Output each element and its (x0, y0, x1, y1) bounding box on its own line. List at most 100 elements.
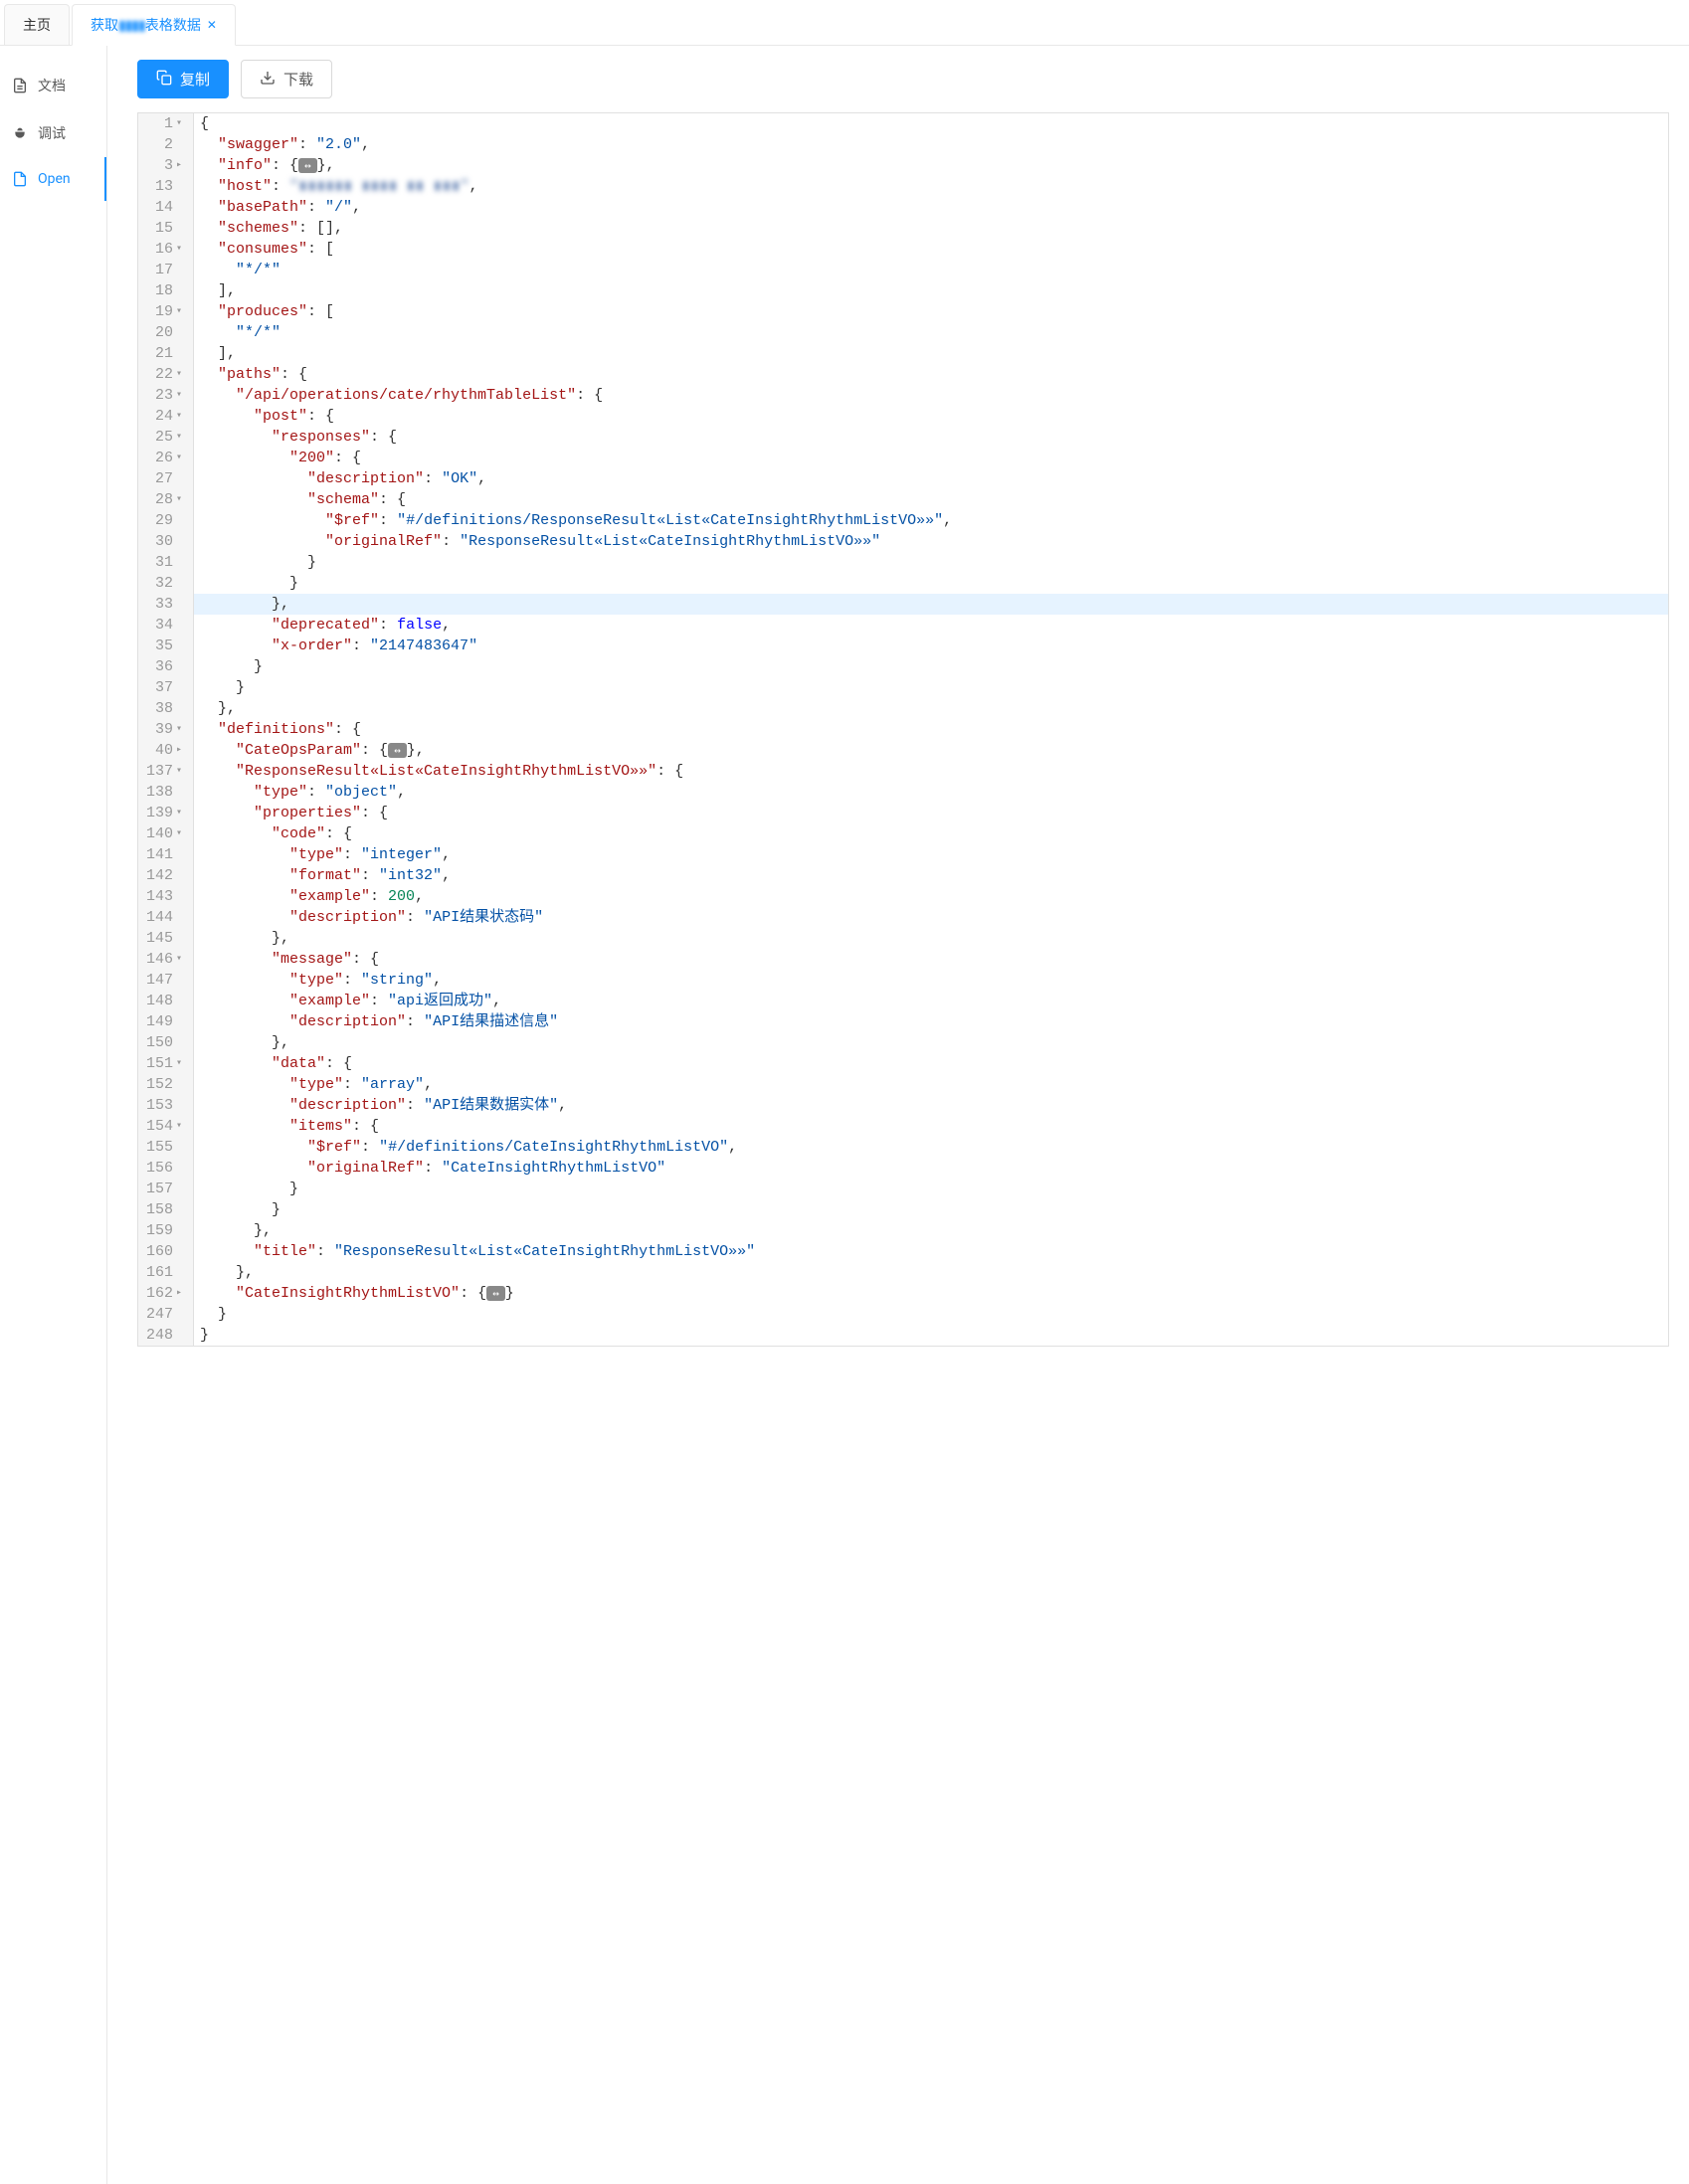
gutter-line: 22▾ (138, 364, 187, 385)
fold-marker-icon[interactable]: ▾ (175, 803, 183, 823)
code-line: }, (200, 698, 1662, 719)
gutter-line: 20 (138, 322, 187, 343)
gutter-line: 140▾ (138, 823, 187, 844)
fold-marker-icon[interactable]: ▾ (175, 239, 183, 260)
gutter-line: 24▾ (138, 406, 187, 427)
gutter-line: 2 (138, 134, 187, 155)
code-line: "$ref": "#/definitions/CateInsightRhythm… (200, 1137, 1662, 1158)
gutter-line: 145 (138, 928, 187, 949)
copy-button[interactable]: 复制 (137, 60, 229, 98)
code-line: "definitions": { (200, 719, 1662, 740)
bug-icon (12, 125, 28, 141)
gutter-line: 31 (138, 552, 187, 573)
code-line: "ResponseResult«List«CateInsightRhythmLi… (200, 761, 1662, 782)
gutter-line: 21 (138, 343, 187, 364)
code-line: "description": "API结果描述信息" (200, 1011, 1662, 1032)
gutter-line: 13 (138, 176, 187, 197)
sidebar-item-debug[interactable]: 调试 (0, 109, 106, 157)
code-line: "consumes": [ (200, 239, 1662, 260)
code-line: "*/*" (200, 260, 1662, 280)
download-icon (260, 70, 276, 90)
fold-marker-icon[interactable]: ▾ (175, 1116, 183, 1137)
gutter-line: 26▾ (138, 448, 187, 468)
code-line: "items": { (200, 1116, 1662, 1137)
sidebar-item-doc[interactable]: 文档 (0, 62, 106, 109)
sidebar-item-open[interactable]: Open (0, 157, 106, 201)
fold-marker-icon[interactable]: ▾ (175, 448, 183, 468)
fold-badge-icon[interactable]: ↔ (486, 1286, 505, 1301)
code-editor[interactable]: 1▾23▸13141516▾171819▾202122▾23▾24▾25▾26▾… (137, 112, 1669, 1347)
code-line: "originalRef": "CateInsightRhythmListVO" (200, 1158, 1662, 1179)
fold-marker-icon[interactable]: ▾ (175, 719, 183, 740)
code-line: "example": 200, (200, 886, 1662, 907)
fold-marker-icon[interactable]: ▾ (175, 427, 183, 448)
gutter-line: 147 (138, 970, 187, 991)
copy-label: 复制 (180, 69, 210, 90)
gutter-line: 141 (138, 844, 187, 865)
fold-marker-icon[interactable]: ▸ (175, 1283, 183, 1304)
code-line: } (200, 1199, 1662, 1220)
fold-marker-icon[interactable]: ▸ (175, 155, 183, 176)
code-line: "description": "API结果状态码" (200, 907, 1662, 928)
gutter-line: 154▾ (138, 1116, 187, 1137)
gutter-line: 34 (138, 615, 187, 636)
tab-home-label: 主页 (23, 15, 51, 35)
fold-marker-icon[interactable]: ▾ (175, 761, 183, 782)
download-button[interactable]: 下载 (241, 60, 332, 98)
fold-marker-icon[interactable]: ▾ (175, 364, 183, 385)
fold-marker-icon[interactable]: ▾ (175, 489, 183, 510)
fold-badge-icon[interactable]: ↔ (298, 158, 317, 173)
gutter-line: 16▾ (138, 239, 187, 260)
code-line: "$ref": "#/definitions/ResponseResult«Li… (200, 510, 1662, 531)
code-line: "title": "ResponseResult«List«CateInsigh… (200, 1241, 1662, 1262)
gutter-line: 35 (138, 636, 187, 656)
gutter-line: 153 (138, 1095, 187, 1116)
fold-marker-icon[interactable]: ▾ (175, 949, 183, 970)
tab-active[interactable]: 获取▮▮▮▮表格数据 ✕ (72, 4, 236, 46)
gutter-line: 150 (138, 1032, 187, 1053)
code-line: } (200, 552, 1662, 573)
gutter-line: 152 (138, 1074, 187, 1095)
code-line: "/api/operations/cate/rhythmTableList": … (200, 385, 1662, 406)
code-line: } (200, 656, 1662, 677)
code-line: "schemes": [], (200, 218, 1662, 239)
fold-marker-icon[interactable]: ▾ (175, 823, 183, 844)
fold-marker-icon[interactable]: ▾ (175, 113, 183, 134)
fold-badge-icon[interactable]: ↔ (388, 743, 407, 758)
code-line: } (200, 1325, 1662, 1346)
tab-active-label: 获取▮▮▮▮表格数据 (91, 15, 201, 35)
gutter-line: 39▾ (138, 719, 187, 740)
sidebar-doc-label: 文档 (38, 76, 66, 95)
gutter-line: 247 (138, 1304, 187, 1325)
gutter-line: 15 (138, 218, 187, 239)
gutter-line: 143 (138, 886, 187, 907)
copy-icon (156, 70, 172, 90)
content: 复制 下载 1▾23▸13141516▾171819▾202122▾23▾24▾… (107, 46, 1689, 2184)
gutter-line: 161 (138, 1262, 187, 1283)
gutter: 1▾23▸13141516▾171819▾202122▾23▾24▾25▾26▾… (138, 113, 194, 1346)
toolbar: 复制 下载 (137, 60, 1669, 98)
code-line: } (200, 1179, 1662, 1199)
code-line: "type": "string", (200, 970, 1662, 991)
code-line: "CateOpsParam": {↔}, (200, 740, 1662, 761)
code-line: "x-order": "2147483647" (200, 636, 1662, 656)
fold-marker-icon[interactable]: ▾ (175, 385, 183, 406)
code-line: "post": { (200, 406, 1662, 427)
code-line: "responses": { (200, 427, 1662, 448)
document-icon (12, 78, 28, 93)
close-icon[interactable]: ✕ (207, 18, 217, 32)
code-area[interactable]: { "swagger": "2.0", "info": {↔}, "host":… (194, 113, 1668, 1346)
gutter-line: 158 (138, 1199, 187, 1220)
code-line: }, (200, 1220, 1662, 1241)
gutter-line: 148 (138, 991, 187, 1011)
fold-marker-icon[interactable]: ▾ (175, 406, 183, 427)
tab-home[interactable]: 主页 (4, 4, 70, 45)
fold-marker-icon[interactable]: ▸ (175, 740, 183, 761)
gutter-line: 151▾ (138, 1053, 187, 1074)
fold-marker-icon[interactable]: ▾ (175, 301, 183, 322)
gutter-line: 17 (138, 260, 187, 280)
fold-marker-icon[interactable]: ▾ (175, 1053, 183, 1074)
code-line: "code": { (200, 823, 1662, 844)
sidebar: 文档 调试 Open (0, 46, 107, 2184)
code-line: "type": "object", (200, 782, 1662, 803)
